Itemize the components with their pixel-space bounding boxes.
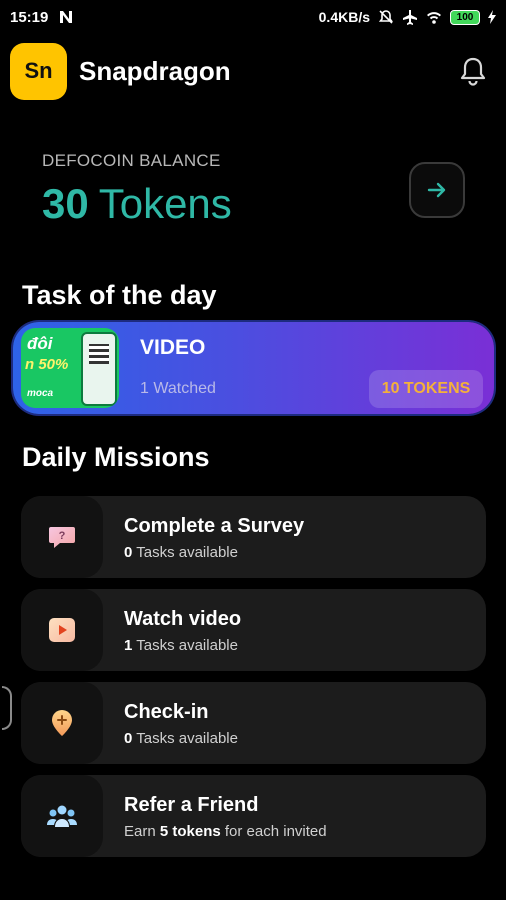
charging-icon: [488, 10, 496, 24]
n-notification-icon: [60, 11, 73, 23]
task-of-day-title: Task of the day: [22, 280, 217, 310]
status-right: 0.4KB/s 100: [319, 9, 496, 25]
mission-title: Check-in: [124, 701, 209, 723]
mission-watch-video[interactable]: Watch video 1 Tasks available: [21, 589, 486, 671]
thumb-phone-image: [81, 332, 117, 406]
mission-icon-box: [21, 589, 103, 671]
mission-subtitle: 1 Tasks available: [124, 637, 238, 654]
people-icon: [47, 805, 77, 827]
app-header: Sn Snapdragon: [10, 42, 496, 100]
task-thumbnail: đôi n 50% moca: [21, 328, 119, 408]
mission-complete-survey[interactable]: ? Complete a Survey 0 Tasks available: [21, 496, 486, 578]
mute-icon: [378, 10, 394, 24]
status-left: 15:19: [10, 9, 74, 26]
mission-prefix: Earn: [124, 823, 160, 840]
status-bar: 15:19 0.4KB/s 100: [0, 0, 506, 34]
thumb-text-1: đôi: [27, 334, 53, 353]
mission-suffix: Tasks available: [132, 544, 238, 561]
edge-swipe-handle[interactable]: [2, 686, 12, 730]
arrow-right-icon: [427, 182, 446, 198]
mission-refer-friend[interactable]: Refer a Friend Earn 5 tokens for each in…: [21, 775, 486, 857]
bell-icon[interactable]: [456, 54, 490, 88]
task-title: VIDEO: [140, 336, 206, 359]
mission-suffix: for each invited: [220, 823, 327, 840]
network-speed: 0.4KB/s: [318, 9, 370, 25]
mission-subtitle: 0 Tasks available: [124, 730, 238, 747]
mission-check-in[interactable]: Check-in 0 Tasks available: [21, 682, 486, 764]
svg-text:?: ?: [59, 530, 66, 542]
balance-unit: Tokens: [98, 180, 232, 227]
wifi-icon: [427, 12, 441, 24]
balance-value: 30 Tokens: [42, 180, 232, 228]
app-logo: Sn: [10, 42, 67, 100]
balance-label: DEFOCOIN BALANCE: [42, 151, 221, 170]
app-name: Snapdragon: [79, 55, 231, 86]
mission-icon-box: [21, 775, 103, 857]
mission-count: 5 tokens: [159, 823, 221, 840]
thumb-text-2: n 50%: [25, 356, 69, 373]
task-of-day-card[interactable]: đôi n 50% moca VIDEO 1 Watched 10 TOKENS: [13, 322, 494, 414]
status-time: 15:19: [10, 8, 49, 26]
mission-subtitle: 0 Tasks available: [124, 544, 238, 561]
play-icon: [49, 618, 75, 642]
mission-suffix: Tasks available: [132, 730, 238, 747]
task-reward-badge: 10 TOKENS: [369, 370, 483, 408]
task-watched-count: 1 Watched: [140, 380, 216, 397]
mission-suffix: Tasks available: [132, 637, 238, 654]
mission-icon-box: [21, 682, 103, 764]
mission-icon-box: ?: [21, 496, 103, 578]
mission-title: Watch video: [124, 608, 242, 630]
battery-indicator: 100: [450, 9, 480, 25]
survey-icon: ?: [49, 527, 75, 548]
airplane-icon: [403, 10, 417, 25]
brand: Sn Snapdragon: [10, 42, 231, 100]
balance-details-button[interactable]: [409, 162, 465, 218]
balance-amount: 30: [42, 180, 89, 227]
mission-subtitle: Earn 5 tokens for each invited: [124, 823, 327, 840]
location-pin-icon: [52, 710, 72, 736]
app-screen: 15:19 0.4KB/s 100 Sn Snapdragon DEFOCOIN…: [0, 0, 506, 900]
mission-title: Refer a Friend: [124, 794, 259, 816]
thumb-text-3: moca: [27, 388, 54, 399]
mission-title: Complete a Survey: [124, 515, 305, 537]
daily-missions-title: Daily Missions: [22, 442, 210, 472]
